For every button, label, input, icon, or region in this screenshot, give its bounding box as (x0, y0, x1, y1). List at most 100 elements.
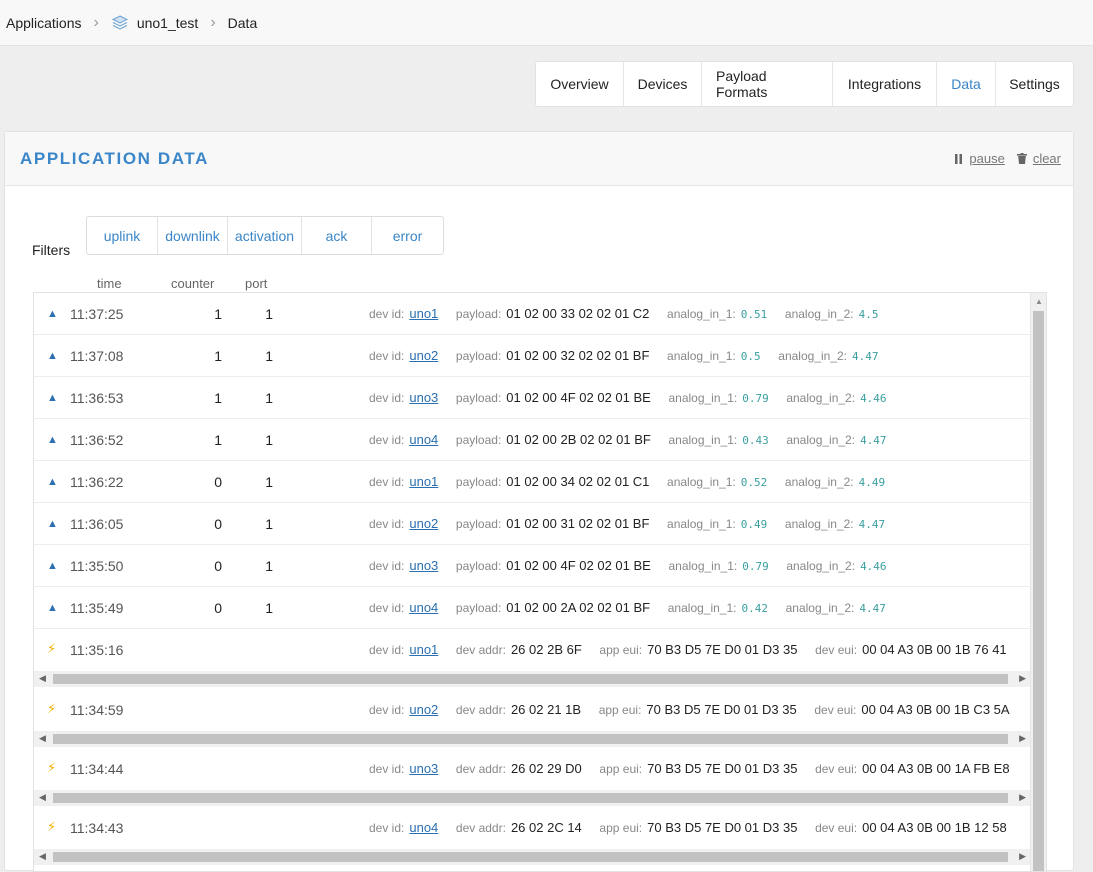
uplink-row[interactable]: ▲ 11:37:08 1 1 dev id: uno2 payload: 01 02… (34, 335, 1031, 377)
device-link[interactable]: uno4 (409, 820, 438, 835)
panel-actions: pause clear (954, 151, 1061, 166)
scroll-up-icon[interactable]: ▲ (1035, 297, 1043, 306)
event-fields: dev id: uno1 dev addr: 26 02 2B 6F app eui… (369, 629, 1012, 671)
filter-ack[interactable]: ack (302, 217, 372, 254)
scrollbar-thumb[interactable] (53, 852, 1008, 862)
horizontal-scrollbar[interactable]: ◀ ▶ (34, 731, 1031, 747)
triangle-up-icon: ▲ (47, 602, 58, 614)
tab-payload-formats[interactable]: Payload Formats (702, 62, 833, 106)
activation-row[interactable]: ⚡ 11:34:44 dev id: uno3 dev addr: 26 02 29… (34, 748, 1031, 790)
tab-data[interactable]: Data (937, 62, 996, 106)
dev-id-label: dev id: (369, 559, 405, 573)
analog-in-1-value: 0.52 (740, 476, 768, 489)
uplink-row[interactable]: ▲ 11:35:49 0 1 dev id: uno4 payload: 01 02… (34, 587, 1031, 629)
device-link[interactable]: uno4 (409, 432, 438, 447)
activation-row[interactable]: ⚡ 11:35:16 dev id: uno1 dev addr: 26 02 2B… (34, 629, 1031, 671)
device-link[interactable]: uno4 (409, 600, 438, 615)
event-fields: dev id: uno3 payload: 01 02 00 4F 02 02 01… (369, 377, 892, 420)
scroll-left-icon[interactable]: ◀ (39, 792, 46, 803)
payload-label: payload: (455, 475, 502, 489)
device-link[interactable]: uno3 (409, 558, 438, 573)
device-link[interactable]: uno3 (409, 390, 438, 405)
tab-overview[interactable]: Overview (536, 62, 624, 106)
event-counter: 0 (214, 600, 222, 616)
scroll-right-icon[interactable]: ▶ (1019, 673, 1026, 684)
analog-in-1-label: analog_in_1: (667, 601, 737, 615)
horizontal-scrollbar[interactable]: ◀ ▶ (34, 849, 1031, 865)
filter-activation[interactable]: activation (228, 217, 302, 254)
pause-button[interactable]: pause (954, 151, 1005, 166)
uplink-row[interactable]: ▲ 11:35:50 0 1 dev id: uno3 payload: 01 02… (34, 545, 1031, 587)
tab-settings[interactable]: Settings (996, 62, 1073, 106)
event-fields: dev id: uno4 payload: 01 02 00 2A 02 02 01… (369, 587, 891, 630)
activation-row[interactable]: ⚡ 11:34:43 dev id: uno4 dev addr: 26 02 2C… (34, 807, 1031, 849)
event-time: 11:36:52 (70, 432, 124, 448)
analog-in-2-value: 4.5 (858, 308, 879, 321)
device-link[interactable]: uno1 (409, 642, 438, 657)
breadcrumb-app[interactable]: uno1_test (111, 14, 198, 32)
dev-addr-value: 26 02 2B 6F (510, 642, 582, 657)
analog-in-1-label: analog_in_1: (667, 517, 736, 531)
horizontal-scrollbar[interactable]: ◀ ▶ (34, 671, 1031, 687)
scroll-left-icon[interactable]: ◀ (39, 733, 46, 744)
event-counter: 0 (214, 558, 222, 574)
event-port: 1 (265, 558, 273, 574)
event-time: 11:37:25 (70, 306, 124, 322)
payload-value: 01 02 00 2A 02 02 01 BF (506, 600, 651, 615)
filter-downlink[interactable]: downlink (158, 217, 228, 254)
device-link[interactable]: uno3 (409, 761, 438, 776)
scroll-left-icon[interactable]: ◀ (39, 851, 46, 862)
analog-in-2-label: analog_in_2: (786, 559, 856, 573)
analog-in-1-value: 0.79 (742, 560, 769, 573)
scroll-left-icon[interactable]: ◀ (39, 673, 46, 684)
uplink-row[interactable]: ▲ 11:36:52 1 1 dev id: uno4 payload: 01 02… (34, 419, 1031, 461)
device-link[interactable]: uno2 (409, 348, 438, 363)
filter-error[interactable]: error (372, 217, 443, 254)
device-link[interactable]: uno2 (409, 702, 438, 717)
event-port: 1 (265, 600, 273, 616)
analog-in-1-value: 0.43 (742, 434, 769, 447)
device-link[interactable]: uno2 (409, 516, 438, 531)
uplink-row[interactable]: ▲ 11:36:05 0 1 dev id: uno2 payload: 01 02… (34, 503, 1031, 545)
dev-id-label: dev id: (369, 643, 405, 657)
device-link[interactable]: uno1 (409, 306, 438, 321)
uplink-row[interactable]: ▲ 11:36:53 1 1 dev id: uno3 payload: 01 02… (34, 377, 1031, 419)
horizontal-scrollbar[interactable]: ◀ ▶ (34, 790, 1031, 806)
tab-integrations[interactable]: Integrations (833, 62, 937, 106)
clear-label: clear (1032, 151, 1061, 166)
scrollbar-thumb[interactable] (53, 674, 1008, 684)
uplink-row[interactable]: ▲ 11:36:22 0 1 dev id: uno1 payload: 01 02… (34, 461, 1031, 503)
app-eui-label: app eui: (598, 703, 642, 717)
scroll-right-icon[interactable]: ▶ (1019, 733, 1026, 744)
tab-devices[interactable]: Devices (624, 62, 702, 106)
column-header-counter: counter (171, 276, 215, 291)
activation-row[interactable]: ⚡ 11:34:59 dev id: uno2 dev addr: 26 02 21… (34, 689, 1031, 731)
analog-in-1-label: analog_in_1: (667, 307, 736, 321)
device-link[interactable]: uno1 (409, 474, 438, 489)
app-eui-value: 70 B3 D5 7E D0 01 D3 35 (647, 761, 798, 776)
app-tabs: Overview Devices Payload Formats Integra… (535, 61, 1074, 107)
clear-button[interactable]: clear (1016, 151, 1061, 166)
event-counter: 1 (214, 306, 222, 322)
scrollbar-thumb[interactable] (53, 793, 1008, 803)
event-time: 11:34:59 (70, 702, 124, 718)
payload-label: payload: (455, 433, 502, 447)
analog-in-2-label: analog_in_2: (784, 517, 854, 531)
vertical-scrollbar[interactable]: ▲ (1030, 293, 1046, 871)
dev-eui-value: 00 04 A3 0B 00 1B 12 58 (862, 820, 1007, 835)
breadcrumb-applications[interactable]: Applications (6, 15, 82, 31)
event-fields: dev id: uno2 payload: 01 02 00 32 02 02 01… (369, 335, 884, 378)
column-header-time: time (97, 276, 122, 291)
scrollbar-thumb[interactable] (1033, 311, 1044, 871)
payload-value: 01 02 00 4F 02 02 01 BE (506, 390, 651, 405)
scroll-right-icon[interactable]: ▶ (1019, 792, 1026, 803)
scroll-right-icon[interactable]: ▶ (1019, 851, 1026, 862)
dev-addr-value: 26 02 29 D0 (510, 761, 582, 776)
scrollbar-thumb[interactable] (53, 734, 1008, 744)
dev-eui-label: dev eui: (814, 703, 857, 717)
analog-in-1-label: analog_in_1: (668, 433, 738, 447)
dev-addr-value: 26 02 21 1B (510, 702, 582, 717)
uplink-row[interactable]: ▲ 11:37:25 1 1 dev id: uno1 payload: 01 02… (34, 293, 1031, 335)
event-fields: dev id: uno3 payload: 01 02 00 4F 02 02 01… (369, 545, 892, 588)
filter-uplink[interactable]: uplink (87, 217, 158, 254)
